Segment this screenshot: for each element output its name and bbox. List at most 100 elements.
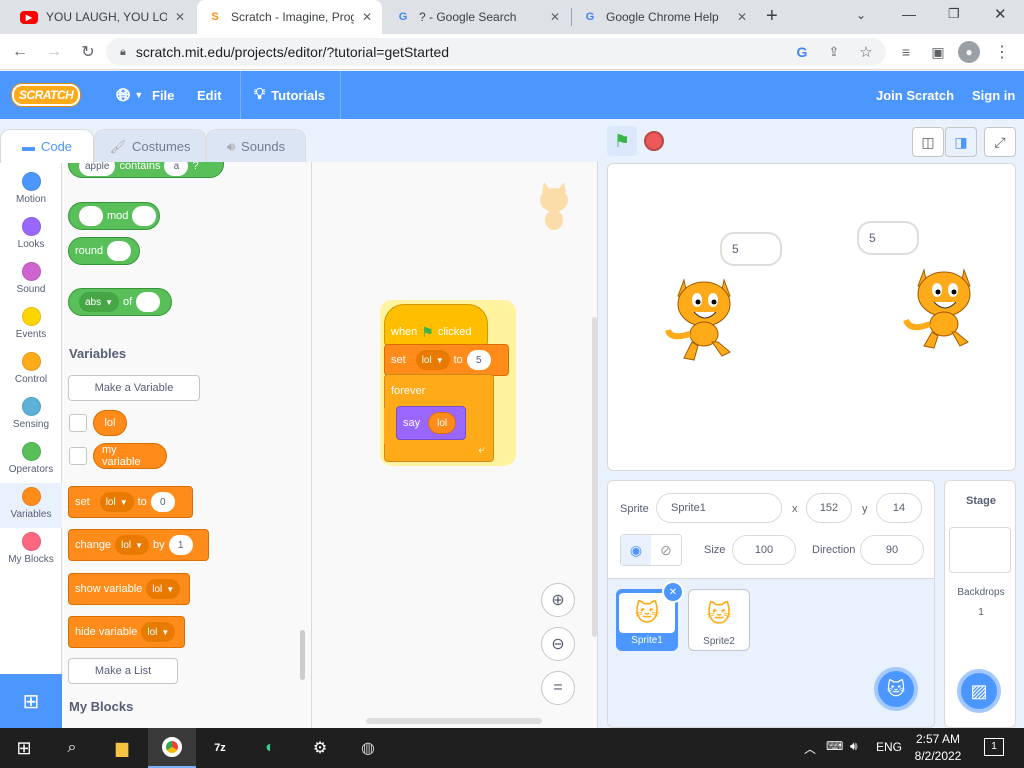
size-input[interactable]: 100 (732, 535, 796, 565)
stop-button[interactable] (644, 131, 664, 151)
round-block[interactable]: round (68, 237, 140, 265)
set-value-input[interactable]: 0 (150, 492, 175, 512)
search-icon[interactable]: ⌕ (48, 728, 96, 768)
category-operators[interactable]: Operators (0, 438, 62, 483)
show-variable-block[interactable]: show variable lol ▼ (68, 573, 190, 605)
language-indicator[interactable]: ENG (876, 740, 902, 754)
browser-tab-youtube[interactable]: ▶ YOU LAUGH, YOU LOSE ✕ (10, 0, 195, 34)
tab-sounds[interactable]: 🔊︎ Sounds (206, 129, 306, 163)
tab-code[interactable]: ▬ Code (0, 129, 94, 163)
green-flag-button[interactable]: ⚑ (607, 126, 637, 156)
network-icon[interactable]: ⌨ (826, 739, 843, 753)
palette-scrollbar[interactable] (300, 630, 305, 680)
small-stage-button[interactable]: ◫ (912, 127, 944, 157)
show-toggle[interactable]: ◉ ⊘ (620, 534, 682, 566)
change-value-input[interactable]: 1 (168, 535, 193, 555)
profile-avatar-icon[interactable]: ● (958, 41, 980, 63)
close-tab-icon[interactable]: ✕ (737, 10, 747, 24)
notifications-icon[interactable]: 1 (984, 738, 1004, 756)
edge-icon[interactable]: ◐ (246, 728, 294, 768)
sign-in-link[interactable]: Sign in (972, 71, 1015, 119)
close-tab-icon[interactable]: ✕ (550, 10, 560, 24)
reload-button[interactable]: ↻ (76, 40, 100, 64)
show-var-dropdown[interactable]: lol ▼ (146, 579, 181, 599)
bookmark-star-icon[interactable]: ☆ (854, 40, 878, 64)
abs-input[interactable] (136, 292, 161, 312)
set-variable-block[interactable]: set lol ▼ to 0 (68, 486, 193, 518)
hide-sprite-eye-icon[interactable]: ⊘ (651, 535, 681, 565)
make-list-button[interactable]: Make a List (68, 658, 178, 684)
say-var-reporter[interactable]: lol (428, 412, 457, 434)
workspace-vscrollbar[interactable] (592, 317, 597, 637)
share-icon[interactable]: ⇪ (822, 40, 846, 64)
zoom-reset-button[interactable]: = (541, 671, 575, 705)
restore-button[interactable]: ❐ (948, 6, 960, 22)
var-lol-reporter[interactable]: lol (93, 410, 127, 436)
windows-start-icon[interactable]: ⊞ (0, 728, 48, 768)
sprite-name-input[interactable]: Sprite1 (656, 493, 782, 523)
google-lens-icon[interactable]: G (790, 40, 814, 64)
contains-block[interactable]: apple contains a ? (68, 162, 224, 178)
change-var-dropdown[interactable]: lol ▼ (115, 535, 150, 555)
tutorials-button[interactable]: 💡︎ Tutorials (254, 71, 325, 119)
stage-thumbnail[interactable] (949, 527, 1011, 573)
sprite-thumb-2[interactable]: 🐱︎ Sprite2 (688, 589, 750, 651)
category-control[interactable]: Control (0, 348, 62, 393)
file-menu[interactable]: File (152, 71, 174, 119)
category-looks[interactable]: Looks (0, 213, 62, 258)
tray-chevron-icon[interactable]: ︿ (804, 740, 816, 757)
browser-tab-google-search[interactable]: G ? - Google Search ✕ (385, 0, 570, 34)
forward-button[interactable]: → (42, 40, 66, 64)
var-lol-checkbox[interactable] (69, 414, 87, 432)
mod-input-1[interactable] (79, 206, 103, 226)
mod-block[interactable]: mod (68, 202, 160, 230)
category-sound[interactable]: Sound (0, 258, 62, 303)
zoom-in-button[interactable]: ⊕ (541, 583, 575, 617)
category-motion[interactable]: Motion (0, 168, 62, 213)
set-var-dropdown[interactable]: lol ▼ (99, 492, 134, 512)
zoom-out-button[interactable]: ⊖ (541, 627, 575, 661)
choose-sprite-button[interactable]: 🐱︎ (874, 667, 918, 711)
app-icon[interactable]: ◍ (344, 728, 392, 768)
edit-menu[interactable]: Edit (197, 71, 222, 119)
close-tab-icon[interactable]: ✕ (175, 10, 185, 24)
tab-search-icon[interactable]: ⌄ (856, 8, 866, 22)
settings-gear-icon[interactable]: ⚙ (296, 728, 344, 768)
chrome-menu-icon[interactable]: ⋮ (990, 40, 1014, 64)
browser-tab-chrome-help[interactable]: G Google Chrome Help ✕ (572, 0, 757, 34)
category-sensing[interactable]: Sensing (0, 393, 62, 438)
direction-input[interactable]: 90 (860, 535, 924, 565)
omnibox[interactable]: 🔒︎ scratch.mit.edu/projects/editor/?tuto… (106, 38, 886, 66)
chrome-taskbar-icon[interactable] (148, 728, 196, 768)
category-variables[interactable]: Variables (0, 483, 62, 528)
minimize-button[interactable]: — (902, 6, 916, 22)
stage-canvas[interactable]: 5 5 (607, 163, 1016, 471)
clock-time[interactable]: 2:57 AM (910, 732, 966, 746)
script-var-dropdown[interactable]: lol ▼ (415, 350, 450, 370)
join-scratch-link[interactable]: Join Scratch (876, 71, 954, 119)
workspace-hscrollbar[interactable] (366, 718, 542, 724)
volume-icon[interactable]: 🔊︎ (850, 739, 858, 754)
hide-variable-block[interactable]: hide variable lol ▼ (68, 616, 185, 648)
media-control-icon[interactable]: ≡ (894, 40, 918, 64)
clock-date[interactable]: 8/2/2022 (910, 749, 966, 763)
scratch-logo[interactable]: SCRATCH (12, 71, 81, 119)
large-stage-button[interactable]: ◨ (945, 127, 977, 157)
delete-sprite-button[interactable]: ✕ (662, 581, 684, 603)
choose-backdrop-button[interactable]: ▨ (957, 669, 1001, 713)
close-window-button[interactable]: ✕ (994, 5, 1007, 23)
round-input[interactable] (107, 241, 132, 261)
say-block[interactable]: say lol (396, 406, 466, 440)
back-button[interactable]: ← (8, 40, 32, 64)
category-my-blocks[interactable]: My Blocks (0, 528, 62, 573)
contains-input-2[interactable]: a (164, 162, 189, 176)
make-variable-button[interactable]: Make a Variable (68, 375, 200, 401)
y-input[interactable]: 14 (876, 493, 922, 523)
stage-target-pane[interactable]: Stage Backdrops 1 ▨ (944, 480, 1016, 728)
language-globe-icon[interactable]: 🌐︎ ▼ (116, 71, 143, 119)
hide-var-dropdown[interactable]: lol ▼ (141, 622, 176, 642)
7zip-icon[interactable]: 7z (196, 728, 244, 768)
when-flag-clicked-block[interactable]: when ⚑ clicked (384, 304, 488, 346)
new-tab-button[interactable]: + (766, 5, 778, 28)
var-my-variable-reporter[interactable]: my variable (93, 443, 167, 469)
